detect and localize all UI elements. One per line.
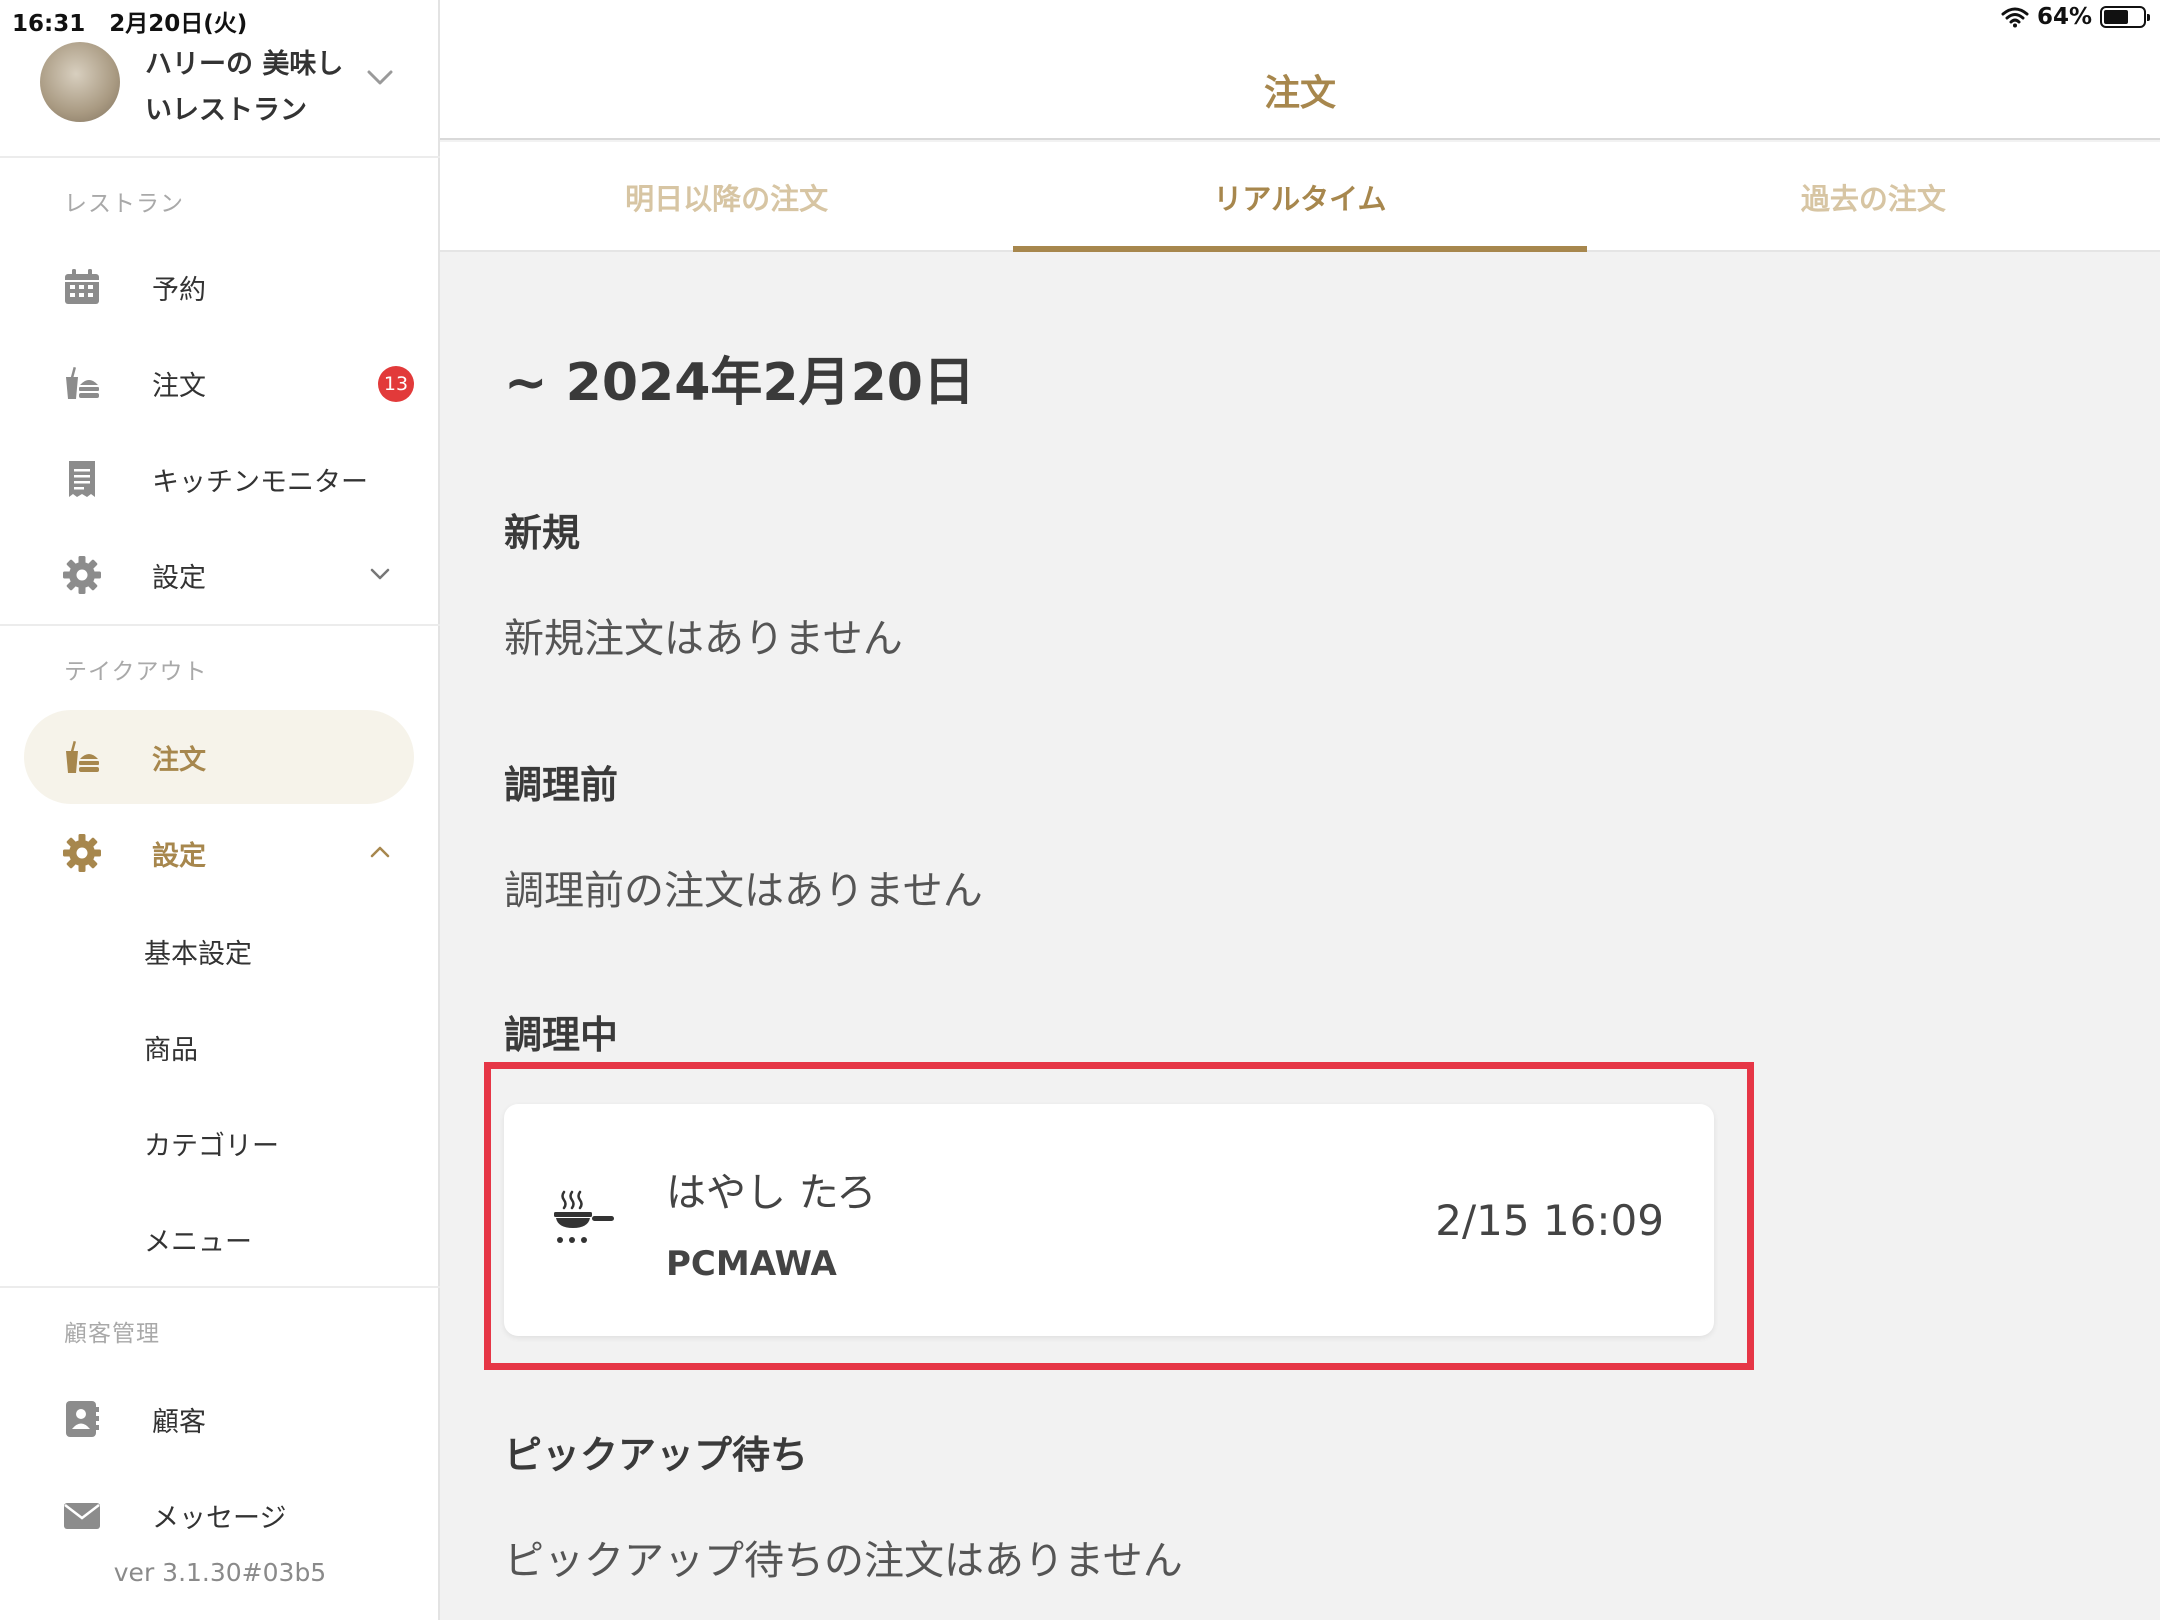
account-switcher[interactable]: ハリーの 美味しいレストラン (0, 38, 440, 158)
section-label-restaurant: レストラン (64, 191, 184, 217)
wifi-icon (2001, 7, 2029, 28)
sidebar-item-label: 設定 (152, 841, 206, 872)
sidebar-item-label: 顧客 (152, 1407, 206, 1438)
sidebar-subitem-categories[interactable]: カテゴリー (144, 1124, 279, 1163)
calendar-icon (65, 269, 99, 304)
sidebar-item-takeout-orders[interactable]: 注文 (24, 710, 414, 804)
sidebar-item-reservation[interactable]: 予約 (24, 240, 414, 334)
divider (0, 624, 440, 626)
order-card[interactable]: はやし たろ PCMAWA 2/15 16:09 (504, 1104, 1714, 1336)
sidebar-item-restaurant-settings[interactable]: 設定 (24, 528, 414, 622)
chevron-up-icon (370, 846, 390, 858)
group-title-before-cooking: 調理前 (504, 763, 619, 807)
sidebar-item-customers[interactable]: 顧客 (24, 1372, 414, 1466)
tab-realtime[interactable]: リアルタイム (1013, 142, 1587, 252)
empty-message-new: 新規注文はありません (504, 616, 903, 662)
section-label-takeout: テイクアウト (64, 659, 208, 685)
contact-icon (66, 1401, 99, 1437)
gear-icon (63, 834, 101, 872)
divider (0, 1286, 440, 1288)
page-title: 注文 (1263, 73, 1336, 114)
avatar (40, 42, 120, 122)
sidebar-item-restaurant-orders[interactable]: 注文 13 (24, 336, 414, 430)
order-customer-name: はやし たろ (666, 1170, 877, 1216)
sidebar-item-label: メッセージ (152, 1503, 287, 1534)
sidebar-item-messages[interactable]: メッセージ (24, 1468, 414, 1562)
takeout-icon (66, 740, 99, 773)
sidebar-item-label: 予約 (152, 275, 206, 306)
group-title-waiting-pickup: ピックアップ待ち (504, 1433, 809, 1477)
app-version: ver 3.1.30#03b5 (113, 1558, 327, 1587)
status-indicators: 64% (2001, 4, 2150, 30)
date-heading: ~ 2024年2月20日 (504, 353, 975, 413)
sidebar-item-kitchen-monitor[interactable]: キッチンモニター (24, 432, 414, 526)
main-content: 注文 明日以降の注文 リアルタイム 過去の注文 ~ 2024年2月20日 新規 … (440, 0, 2160, 1620)
chevron-down-icon (370, 568, 390, 580)
order-tabs: 明日以降の注文 リアルタイム 過去の注文 (440, 142, 2160, 252)
status-time: 16:31 2月20日(火) (12, 11, 248, 37)
empty-message-before-cooking: 調理前の注文はありません (504, 868, 983, 914)
sidebar-item-label: キッチンモニター (152, 467, 368, 498)
group-title-cooking: 調理中 (504, 1013, 619, 1057)
sidebar-item-label: 注文 (152, 745, 206, 776)
mail-icon (64, 1503, 100, 1529)
section-label-customer: 顧客管理 (64, 1321, 160, 1347)
order-code: PCMAWA (666, 1244, 837, 1284)
group-title-new: 新規 (504, 511, 581, 555)
chevron-down-icon[interactable] (365, 66, 395, 90)
sidebar-subitem-menu[interactable]: メニュー (144, 1220, 252, 1259)
receipt-icon (69, 461, 95, 497)
sidebar-item-takeout-settings[interactable]: 設定 (24, 806, 414, 900)
sidebar-item-label: 設定 (152, 563, 206, 594)
order-count-badge: 13 (378, 366, 414, 402)
gear-icon (63, 556, 101, 594)
order-time: 2/15 16:09 (1435, 1196, 1664, 1245)
cooking-pan-icon (554, 1190, 614, 1243)
takeout-icon (66, 366, 99, 399)
tab-future-orders[interactable]: 明日以降の注文 (440, 142, 1013, 250)
status-bar: 16:31 2月20日(火) 64% (0, 0, 2160, 38)
sidebar-item-label: 注文 (152, 371, 206, 402)
empty-message-waiting-pickup: ピックアップ待ちの注文はありません (504, 1538, 1183, 1584)
sidebar: ハリーの 美味しいレストラン レストラン 予約 注文 13 キッチンモニター 設… (0, 0, 440, 1620)
battery-icon (2100, 6, 2150, 28)
tab-past-orders[interactable]: 過去の注文 (1587, 142, 2160, 250)
battery-percent: 64% (2036, 4, 2092, 30)
account-name: ハリーの 美味しいレストラン (145, 49, 344, 126)
sidebar-subitem-products[interactable]: 商品 (144, 1028, 198, 1067)
sidebar-subitem-basic-settings[interactable]: 基本設定 (144, 932, 252, 971)
